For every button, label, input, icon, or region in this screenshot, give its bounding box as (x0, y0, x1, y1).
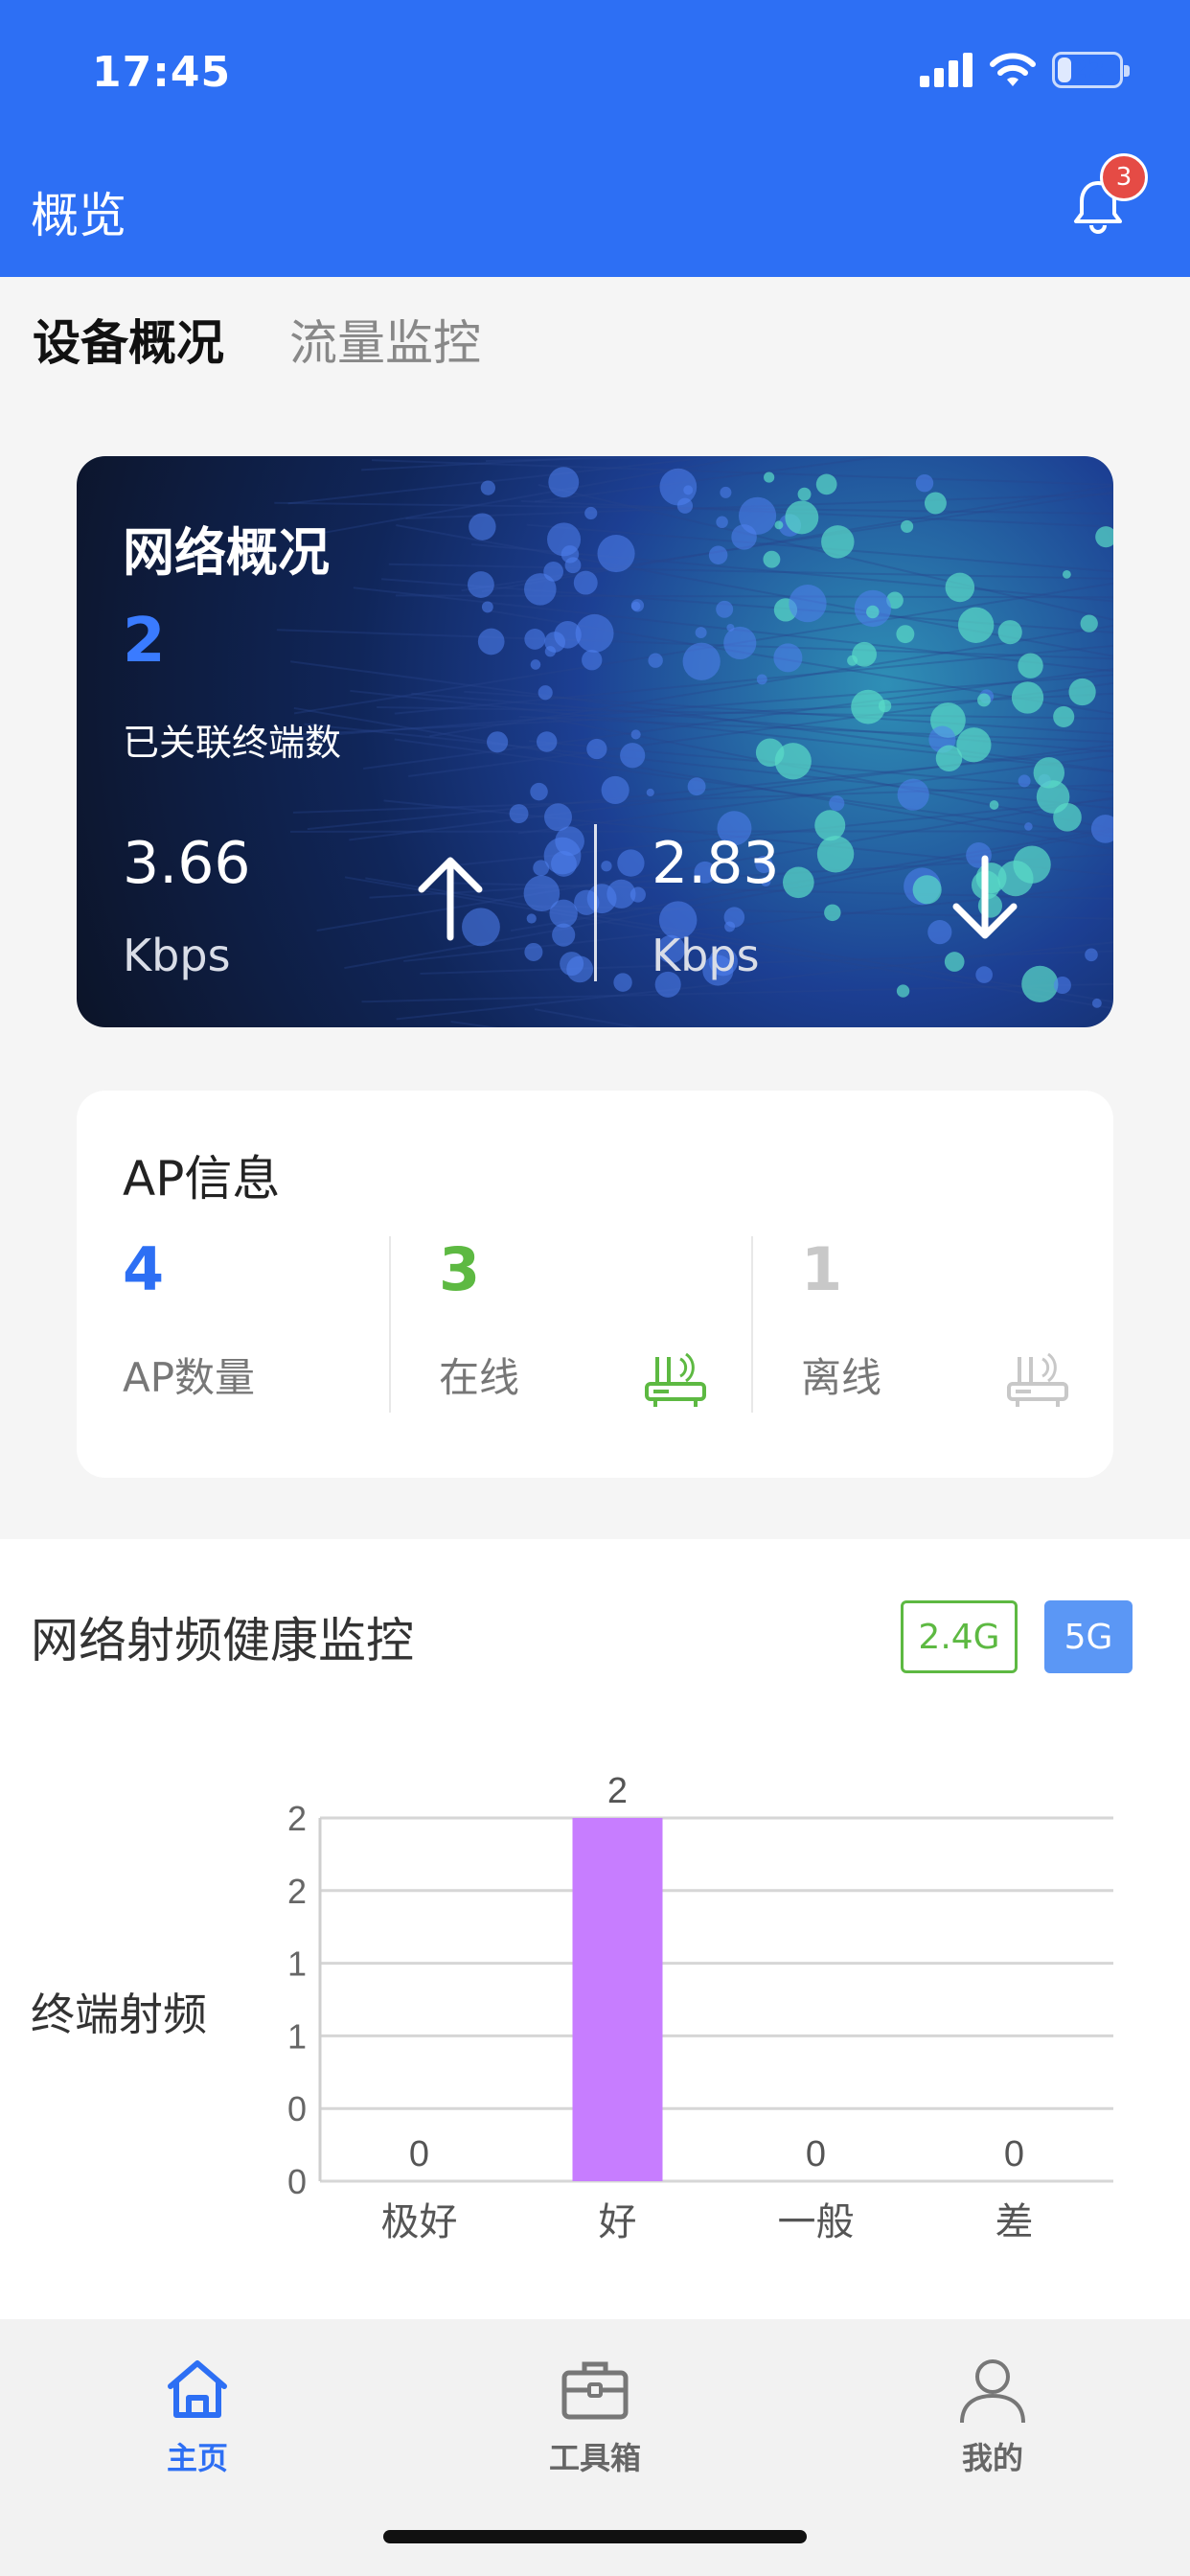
home-icon (168, 2360, 227, 2418)
tabbar-mine[interactable]: 我的 (897, 2354, 1088, 2478)
ap-info-card[interactable]: AP信息 4 AP数量 3 在线 1 离线 (77, 1091, 1113, 1478)
y-tick-label: 2 (287, 1872, 307, 1911)
download-rate: 2.83 (652, 830, 780, 897)
ap-offline-label: 离线 (801, 1354, 882, 1401)
ap-online-label: 在线 (439, 1354, 520, 1401)
notification-badge: 3 (1100, 153, 1148, 201)
bar-1 (572, 1818, 663, 2181)
ap-separator (751, 1236, 753, 1413)
connected-terminal-count: 2 (123, 606, 166, 677)
network-overview-title: 网络概况 (123, 522, 330, 583)
y-tick-label: 1 (287, 2016, 307, 2056)
ap-online: 3 在线 (439, 1234, 519, 1401)
data-label: 0 (409, 2134, 429, 2174)
tabbar-toolbox[interactable]: 工具箱 (499, 2354, 691, 2478)
data-label: 2 (607, 1771, 628, 1811)
home-indicator (383, 2530, 807, 2543)
user-icon (960, 2359, 1025, 2424)
y-tick-label: 0 (287, 2089, 307, 2128)
x-tick-label: 好 (599, 2200, 637, 2244)
ap-offline: 1 离线 (801, 1234, 881, 1401)
y-tick-label: 2 (287, 1799, 307, 1838)
ap-offline-count: 1 (801, 1234, 843, 1304)
router-online-icon (645, 1352, 706, 1407)
y-tick-label: 0 (287, 2162, 307, 2201)
tabbar-home[interactable]: 主页 (102, 2354, 293, 2478)
data-label: 0 (1004, 2134, 1024, 2174)
battery-icon: 22 (1052, 52, 1130, 88)
connected-terminal-label: 已关联终端数 (123, 722, 342, 764)
tab-device-overview[interactable]: 设备概况 (33, 305, 224, 374)
page-title: 概览 (31, 188, 126, 243)
tabbar-toolbox-label: 工具箱 (548, 2440, 641, 2476)
rf-health-section: 网络射频健康监控 2.4G 5G 终端射频 0 0 1 1 2 2 0 极好 2 好 0 一般 0 差 (0, 1539, 1190, 2319)
wifi-icon (990, 53, 1036, 86)
tab-bar: 设备概况 流量监控 (0, 277, 1190, 402)
router-offline-icon (1007, 1352, 1068, 1407)
upload-rate: 3.66 (123, 830, 251, 897)
ap-total-label: AP数量 (123, 1354, 256, 1401)
ap-total: 4 AP数量 (123, 1234, 255, 1401)
rf-health-chart: 0 0 1 1 2 2 0 极好 2 好 0 一般 0 差 (287, 1771, 1113, 2244)
download-arrow-icon (952, 855, 1018, 939)
x-tick-label: 极好 (381, 2200, 458, 2244)
tabbar-mine-label: 我的 (961, 2440, 1023, 2476)
upload-unit: Kbps (123, 930, 231, 981)
network-overview-card[interactable]: 网络概况 2 已关联终端数 3.66 Kbps 2.83 Kbps (77, 456, 1113, 1027)
rate-divider (594, 824, 597, 981)
x-tick-label: 差 (995, 2200, 1034, 2244)
status-time: 17:45 (92, 48, 232, 97)
status-icons: 22 (920, 52, 1130, 88)
ap-info-title: AP信息 (123, 1151, 281, 1207)
data-label: 0 (806, 2134, 826, 2174)
upload-arrow-icon (418, 857, 483, 941)
x-tick-label: 一般 (778, 2200, 855, 2244)
toolbox-icon (561, 2361, 629, 2420)
tab-traffic-monitor[interactable]: 流量监控 (289, 305, 481, 374)
y-tick-label: 1 (287, 1944, 307, 1984)
ap-separator (389, 1236, 391, 1413)
ap-total-count: 4 (123, 1234, 165, 1304)
header: 17:45 22 概览 3 (0, 0, 1190, 277)
tabbar-home-label: 主页 (166, 2440, 228, 2476)
battery-level: 22 (1069, 56, 1106, 84)
cellular-signal-icon (920, 53, 973, 87)
ap-online-count: 3 (439, 1234, 481, 1304)
download-unit: Kbps (652, 930, 760, 981)
